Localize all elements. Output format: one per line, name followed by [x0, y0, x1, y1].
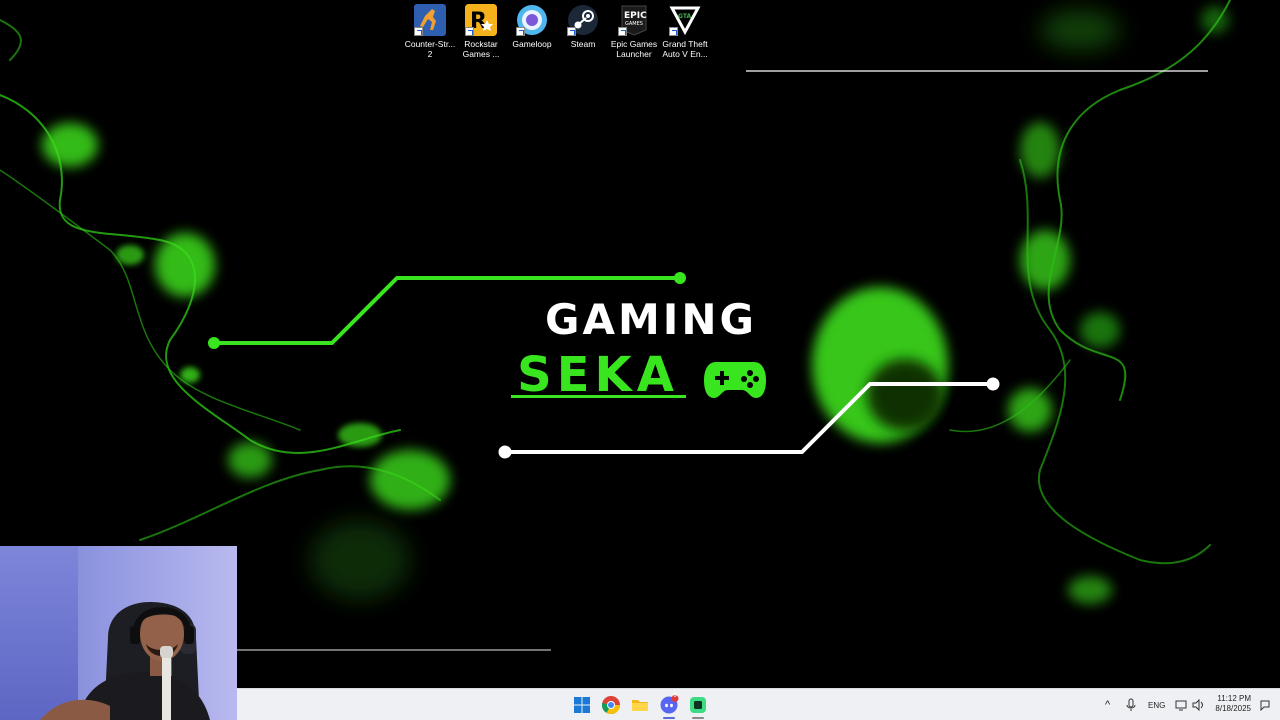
green-line-dot-left	[208, 337, 220, 349]
taskbar-green-app[interactable]	[688, 695, 708, 715]
epic-games-icon: EPIC GAMES	[618, 4, 650, 36]
svg-text:GAMES: GAMES	[625, 21, 643, 27]
white-line-dot-right	[986, 377, 1000, 391]
desktop-icon-label: Grand Theft Auto V En...	[662, 39, 708, 59]
taskbar-chrome[interactable]	[601, 695, 621, 715]
gamepad-icon	[704, 362, 766, 398]
desktop-icon-epic-games-launcher[interactable]: EPIC GAMES Epic Games Launcher	[608, 4, 660, 64]
tray-date: 8/18/2025	[1215, 704, 1251, 713]
folder-icon	[632, 700, 648, 711]
title-underline	[511, 395, 686, 398]
volume-icon[interactable]	[1192, 699, 1204, 711]
tray-chevron-up-icon[interactable]: ^	[1105, 699, 1110, 711]
counter-strike-2-icon	[414, 4, 446, 36]
desktop-icon-steam[interactable]: Steam	[557, 4, 609, 64]
webcam-overlay	[0, 546, 237, 720]
steam-icon	[567, 4, 599, 36]
tray-time: 11:12 PM	[1217, 694, 1251, 703]
discord-badge: 9	[673, 693, 677, 699]
discord-running-indicator	[663, 717, 675, 719]
webcam-person	[40, 602, 210, 720]
network-icon[interactable]	[1175, 699, 1187, 711]
windows-icon	[574, 697, 590, 713]
desktop-icon-label: Counter-Str... 2	[404, 39, 456, 59]
green-app-running-indicator	[692, 717, 704, 719]
desktop-icon-rockstar-games[interactable]: R Rockstar Games ...	[455, 4, 507, 64]
gta-v-icon: GTA	[669, 4, 701, 36]
fractal-glow-right	[949, 0, 1231, 565]
desktop-icon-counter-strike-2[interactable]: Counter-Str... 2	[404, 4, 456, 64]
desktop-icon-label: Rockstar Games ...	[462, 39, 500, 59]
white-line-dot-left	[498, 445, 512, 459]
desktop-icon-label: Epic Games Launcher	[610, 39, 658, 59]
desktop-icon-label: Gameloop	[512, 39, 552, 49]
taskbar: 9 ^ ENG 11:12 PM 8/18/2025	[237, 688, 1280, 720]
tray-clock[interactable]: 11:12 PM 8/18/2025	[1215, 694, 1251, 714]
taskbar-file-explorer[interactable]	[630, 695, 650, 715]
wallpaper-title-seka: SEKA	[517, 347, 679, 403]
desktop-icon-gameloop[interactable]: Gameloop	[506, 4, 558, 64]
wallpaper-title-gaming: GAMING	[545, 295, 757, 344]
chrome-icon	[602, 696, 620, 715]
fractal-glow-left	[0, 19, 441, 541]
desktop-icon-gta-v[interactable]: GTA Grand Theft Auto V En...	[659, 4, 711, 64]
green-line-dot-right	[674, 272, 686, 284]
gameloop-icon	[516, 4, 548, 36]
notification-icon[interactable]	[1259, 699, 1271, 711]
taskbar-discord[interactable]: 9	[659, 693, 679, 715]
green-app-icon	[690, 697, 706, 713]
microphone-icon[interactable]	[1126, 698, 1136, 712]
taskbar-start-button[interactable]	[572, 695, 592, 715]
tray-language[interactable]: ENG	[1148, 701, 1165, 710]
rockstar-games-icon: R	[465, 4, 497, 36]
svg-text:EPIC: EPIC	[624, 11, 647, 21]
svg-text:GTA: GTA	[678, 13, 691, 20]
desktop-icon-label: Steam	[570, 39, 596, 49]
